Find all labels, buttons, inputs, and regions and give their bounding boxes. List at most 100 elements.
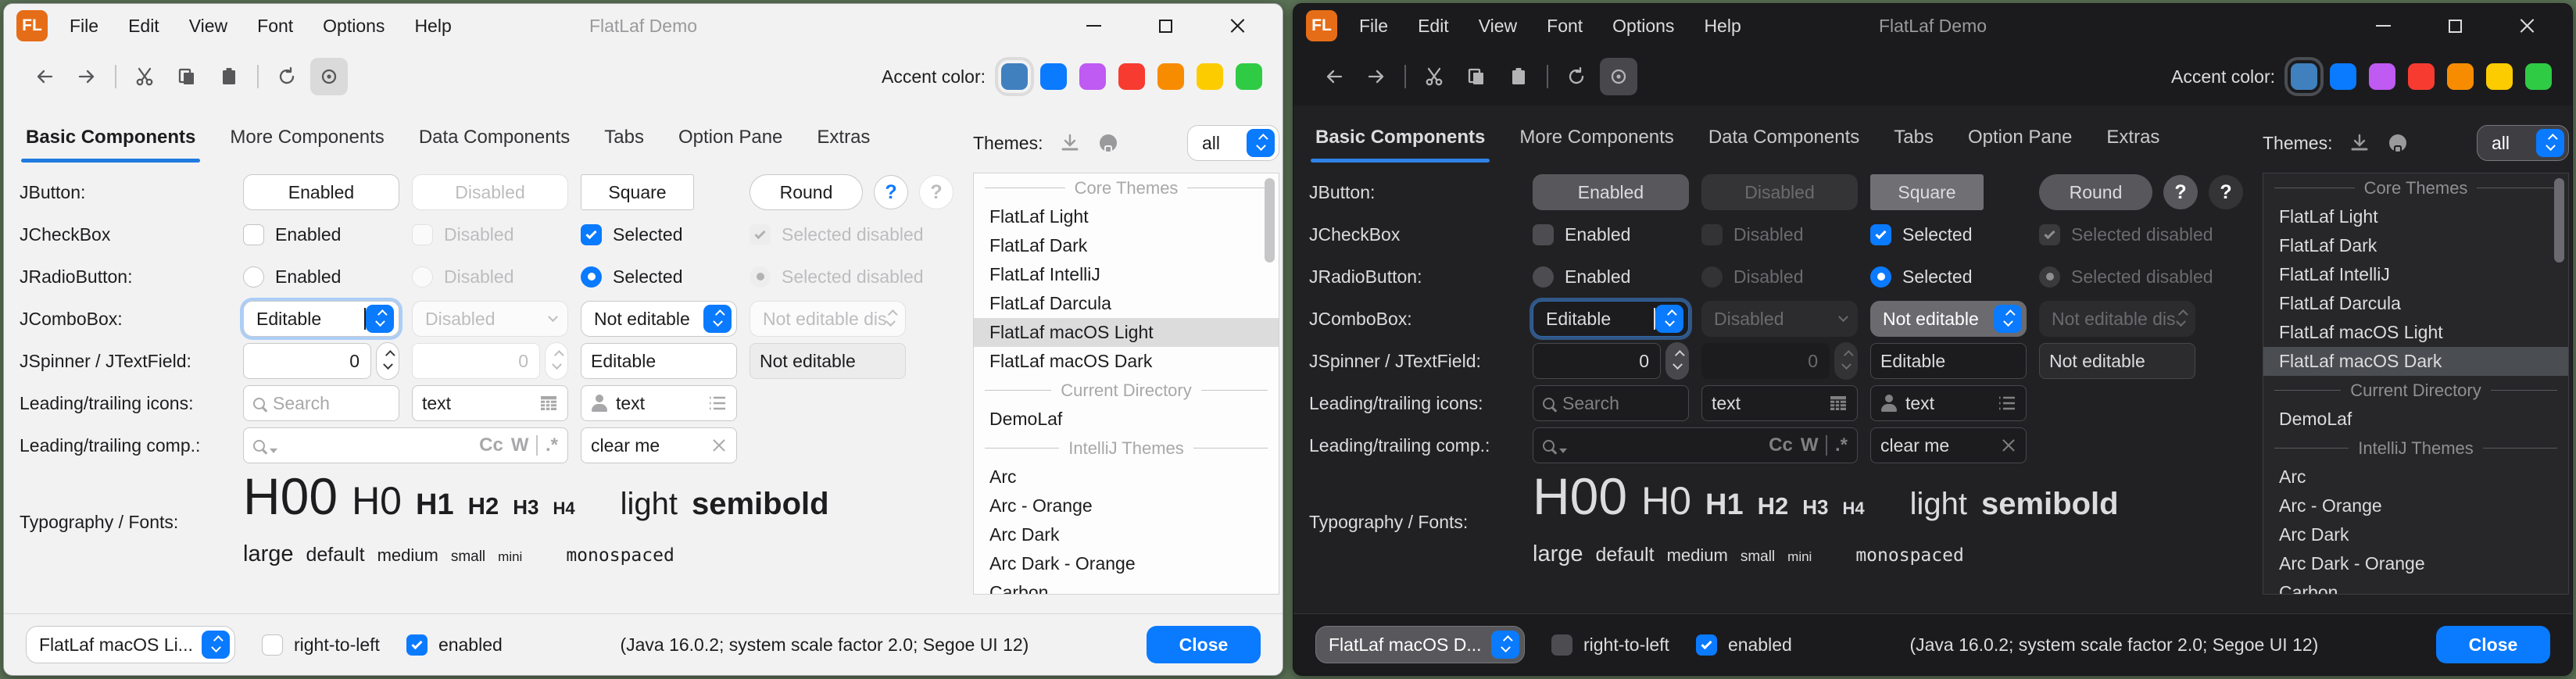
tab-data-components[interactable]: Data Components [1708,127,1859,153]
combobox-not-editable[interactable]: Not editable [1870,301,2027,337]
theme-item-flatlaf-darcula[interactable]: FlatLaf Darcula [2263,289,2568,318]
help-button[interactable]: ? [2163,175,2198,209]
round-button[interactable]: Round [2039,174,2152,210]
calendar-icon[interactable] [1829,395,1848,412]
enabled-checkbox[interactable]: enabled [406,634,503,656]
checkbox-enabled[interactable]: Enabled [1533,224,1630,245]
calendar-icon[interactable] [539,395,558,412]
spinner-arrows-icon[interactable] [1665,342,1689,380]
tab-more-components[interactable]: More Components [1519,127,1673,153]
theme-item-carbon[interactable]: Carbon [2263,578,2568,595]
spinner[interactable]: 0 [1533,342,1689,380]
radio-selected[interactable]: Selected [581,266,683,288]
copy-button[interactable] [1458,58,1495,95]
accent-swatch-3[interactable] [1079,63,1106,90]
help-button[interactable]: ? [874,175,908,209]
menu-help[interactable]: Help [1704,16,1741,37]
show-hidden-toggle[interactable] [310,58,348,95]
tab-basic-components[interactable]: Basic Components [1315,127,1485,153]
user-input[interactable]: text [581,385,737,421]
theme-item-arc-orange[interactable]: Arc - Orange [974,491,1279,520]
clear-me-input[interactable]: clear me [1870,427,2027,463]
clear-me-input[interactable]: clear me [581,427,737,463]
cut-button[interactable] [1415,58,1453,95]
menu-font[interactable]: Font [257,16,293,37]
theme-item-arc-dark-orange[interactable]: Arc Dark - Orange [974,549,1279,578]
github-icon[interactable] [2387,132,2409,154]
chevron-up-down-icon[interactable] [1491,631,1519,659]
tab-basic-components[interactable]: Basic Components [26,127,195,153]
accent-swatch-7[interactable] [2525,63,2552,90]
forward-button[interactable] [68,58,106,95]
list-icon[interactable] [1998,395,2016,411]
chevron-up-down-icon[interactable] [1655,305,1683,333]
laf-combobox[interactable]: FlatLaf macOS Li... [26,626,235,663]
forward-button[interactable] [1358,58,1395,95]
theme-item-flatlaf-macos-dark[interactable]: FlatLaf macOS Dark [974,347,1279,376]
theme-item-flatlaf-dark[interactable]: FlatLaf Dark [974,231,1279,260]
accent-swatch-7[interactable] [1236,63,1262,90]
chevron-up-down-icon[interactable] [1247,129,1275,157]
minimize-button[interactable] [1072,10,1115,41]
github-icon[interactable] [1097,132,1119,154]
square-button[interactable]: Square [581,174,694,210]
laf-combobox[interactable]: FlatLaf macOS D... [1315,626,1525,663]
search-with-options-input[interactable]: CcW.* [1533,427,1858,463]
scrollbar-thumb[interactable] [2554,178,2564,263]
accent-swatch-2[interactable] [1040,63,1067,90]
chevron-up-down-icon[interactable] [2536,129,2564,157]
radio-enabled[interactable]: Enabled [1533,266,1630,288]
spinner-value[interactable]: 0 [243,343,371,379]
combobox-editable[interactable]: Editable [1533,301,1689,337]
theme-item-flatlaf-darcula[interactable]: FlatLaf Darcula [974,289,1279,318]
date-input[interactable]: text [1701,385,1858,421]
accent-swatch-4[interactable] [2408,63,2435,90]
menu-view[interactable]: View [189,16,227,37]
minimize-button[interactable] [2361,10,2405,41]
checkbox-selected[interactable]: Selected [581,224,683,245]
menu-font[interactable]: Font [1547,16,1583,37]
paste-button[interactable] [210,58,248,95]
scrollbar-thumb[interactable] [1265,178,1275,263]
menu-file[interactable]: File [70,16,98,37]
whole-word-button[interactable]: W [1801,434,1819,456]
theme-item-flatlaf-light[interactable]: FlatLaf Light [974,202,1279,231]
theme-item-flatlaf-light[interactable]: FlatLaf Light [2263,202,2568,231]
round-button[interactable]: Round [750,174,863,210]
download-icon[interactable] [1060,133,1080,153]
theme-item-flatlaf-intellij[interactable]: FlatLaf IntelliJ [974,260,1279,289]
accent-swatch-5[interactable] [2447,63,2474,90]
theme-item-carbon[interactable]: Carbon [974,578,1279,595]
close-button[interactable]: Close [1147,626,1261,663]
refresh-button[interactable] [268,58,306,95]
spinner-arrows-icon[interactable] [376,342,399,380]
user-input[interactable]: text [1870,385,2027,421]
textfield-editable[interactable]: Editable [1870,343,2027,379]
right-to-left-checkbox[interactable]: right-to-left [1551,634,1669,656]
checkbox-selected[interactable]: Selected [1870,224,1973,245]
accent-swatch-3[interactable] [2369,63,2395,90]
tab-extras[interactable]: Extras [817,127,870,153]
spinner-value[interactable]: 0 [1533,343,1661,379]
tab-data-components[interactable]: Data Components [419,127,570,153]
menu-file[interactable]: File [1359,16,1388,37]
tab-extras[interactable]: Extras [2106,127,2159,153]
accent-swatch-1[interactable] [1001,63,1028,90]
clear-icon[interactable] [711,438,727,453]
radio-enabled[interactable]: Enabled [243,266,341,288]
accent-swatch-6[interactable] [2486,63,2513,90]
theme-item-arc-dark[interactable]: Arc Dark [974,520,1279,549]
themes-filter-combobox[interactable]: all [2477,125,2569,161]
theme-item-arc-dark-orange[interactable]: Arc Dark - Orange [2263,549,2568,578]
enabled-checkbox[interactable]: enabled [1696,634,1792,656]
accent-swatch-1[interactable] [2291,63,2317,90]
chevron-down-icon[interactable] [270,448,277,453]
copy-button[interactable] [168,58,206,95]
menu-view[interactable]: View [1479,16,1517,37]
menu-options[interactable]: Options [323,16,385,37]
whole-word-button[interactable]: W [511,434,529,456]
themes-filter-combobox[interactable]: all [1187,125,1279,161]
theme-item-flatlaf-macos-light[interactable]: FlatLaf macOS Light [2263,318,2568,347]
menu-edit[interactable]: Edit [1418,16,1449,37]
theme-item-flatlaf-macos-light[interactable]: FlatLaf macOS Light [974,318,1279,347]
